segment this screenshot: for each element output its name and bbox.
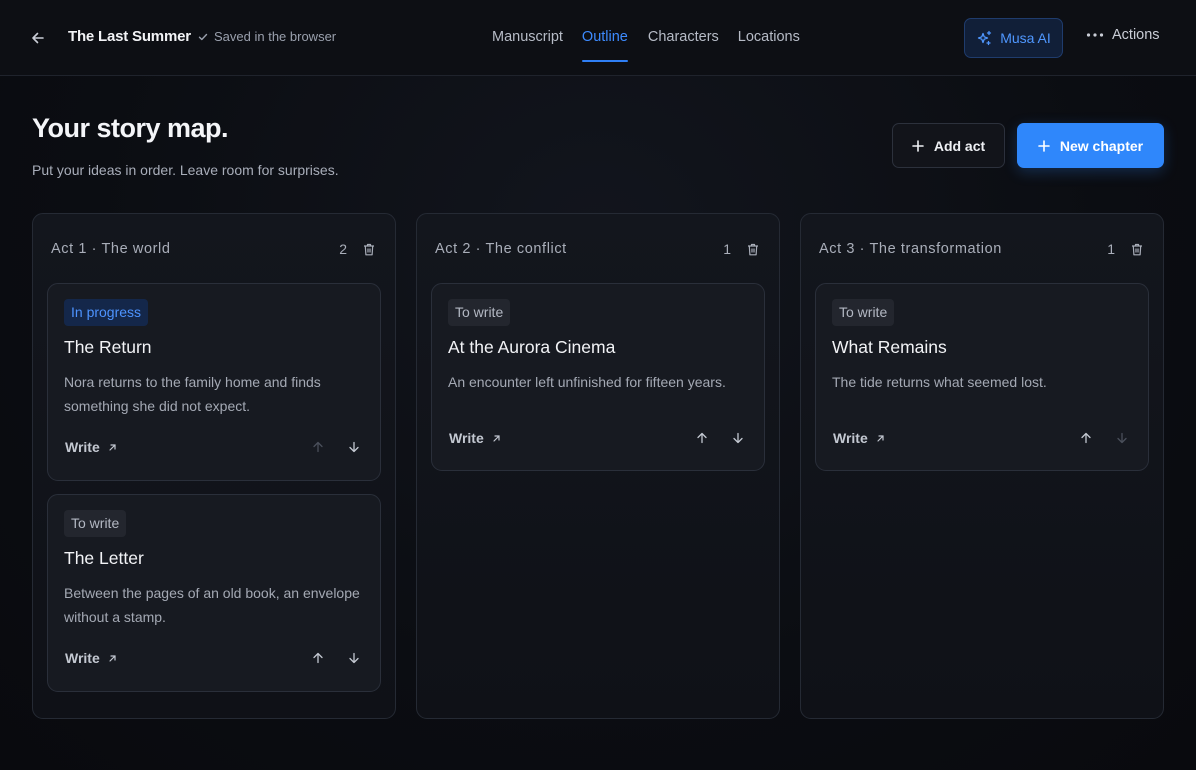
page-title: Your story map. <box>32 113 229 143</box>
tab-manuscript[interactable]: Manuscript <box>492 0 563 76</box>
act-column: Act 3 · The transformation 1 To write Wh… <box>800 213 1164 719</box>
chapter-description: The tide returns what seemed lost. <box>832 374 1047 390</box>
arrow-up-icon <box>1081 432 1091 444</box>
trash-icon <box>1132 243 1142 255</box>
act-column: Act 2 · The conflict 1 To write At the A… <box>416 213 780 719</box>
status-badge: To write <box>64 510 127 537</box>
act-header: Act 3 · The transformation 1 <box>819 240 1145 258</box>
act-header: Act 2 · The conflict 1 <box>435 240 761 258</box>
chapter-actions: Write <box>833 428 1132 448</box>
chapter-title: At the Aurora Cinema <box>448 337 616 357</box>
move-down-button[interactable] <box>344 648 364 668</box>
write-link[interactable]: Write <box>65 650 117 666</box>
chapter-description: Between the pages of an old book, an env… <box>64 585 360 625</box>
book-title: The Last Summer <box>68 28 191 45</box>
move-down-button[interactable] <box>344 437 364 457</box>
act-chapter-count: 1 <box>1107 241 1115 257</box>
musa-ai-label: Musa AI <box>1000 30 1051 46</box>
arrow-down-icon <box>1117 432 1127 444</box>
act-column: Act 1 · The world 2 In progress The Retu… <box>32 213 396 719</box>
arrow-left-icon <box>32 32 44 44</box>
write-label: Write <box>65 439 100 455</box>
add-act-label: Add act <box>933 137 986 154</box>
chapter-description: Nora returns to the family home and find… <box>64 374 321 414</box>
status-badge: In progress <box>64 299 149 326</box>
chapter-actions: Write <box>65 437 364 457</box>
external-arrow-icon <box>109 443 116 451</box>
page-subtitle: Put your ideas in order. Leave room for … <box>32 162 339 178</box>
actions-menu-button[interactable]: Actions <box>1086 27 1160 43</box>
new-chapter-label: New chapter <box>1059 137 1144 154</box>
external-arrow-icon <box>877 434 884 442</box>
chapter-card[interactable]: To write What Remains The tide returns w… <box>815 283 1149 471</box>
write-link[interactable]: Write <box>449 430 501 446</box>
act-title: Act 2 · The conflict <box>435 241 567 257</box>
arrow-down-icon <box>349 441 359 453</box>
plus-icon <box>912 139 924 152</box>
delete-act-button[interactable] <box>1129 241 1145 257</box>
arrow-up-icon <box>697 432 707 444</box>
chapter-title: The Letter <box>64 548 144 568</box>
tab-characters[interactable]: Characters <box>648 0 719 76</box>
main-tabs: Manuscript Outline Characters Locations <box>492 0 800 76</box>
add-act-button[interactable]: Add act <box>892 123 1005 168</box>
check-icon <box>198 33 208 40</box>
musa-ai-button[interactable]: Musa AI <box>964 18 1063 58</box>
trash-icon <box>748 243 758 255</box>
chapter-card[interactable]: To write At the Aurora Cinema An encount… <box>431 283 765 471</box>
act-chapter-count: 1 <box>723 241 731 257</box>
save-status: Saved in the browser <box>198 29 336 44</box>
back-button[interactable] <box>26 26 50 50</box>
arrow-down-icon <box>733 432 743 444</box>
tab-outline[interactable]: Outline <box>581 0 628 76</box>
move-up-button[interactable] <box>308 648 328 668</box>
save-status-label: Saved in the browser <box>214 29 337 44</box>
new-chapter-button[interactable]: New chapter <box>1017 123 1164 168</box>
move-up-button[interactable] <box>692 428 712 448</box>
chapter-card[interactable]: To write The Letter Between the pages of… <box>47 494 381 692</box>
tab-locations[interactable]: Locations <box>738 0 800 76</box>
chapter-actions: Write <box>449 428 748 448</box>
move-down-button[interactable] <box>1112 428 1132 448</box>
write-label: Write <box>449 430 484 446</box>
move-up-button[interactable] <box>308 437 328 457</box>
external-arrow-icon <box>493 434 500 442</box>
chapter-card[interactable]: In progress The Return Nora returns to t… <box>47 283 381 481</box>
chapter-actions: Write <box>65 648 364 668</box>
status-badge: To write <box>448 299 511 326</box>
external-arrow-icon <box>109 654 116 662</box>
act-chapter-count: 2 <box>339 241 347 257</box>
status-badge: To write <box>832 299 895 326</box>
sparkles-icon <box>978 30 992 45</box>
move-down-button[interactable] <box>728 428 748 448</box>
act-title: Act 3 · The transformation <box>819 241 1002 257</box>
arrow-up-icon <box>313 441 323 453</box>
write-label: Write <box>65 650 100 666</box>
actions-label: Actions <box>1112 27 1160 43</box>
move-up-button[interactable] <box>1076 428 1096 448</box>
write-link[interactable]: Write <box>833 430 885 446</box>
arrow-down-icon <box>349 652 359 664</box>
plus-icon <box>1038 139 1050 152</box>
write-link[interactable]: Write <box>65 439 117 455</box>
more-horizontal-icon <box>1086 33 1104 37</box>
trash-icon <box>364 243 374 255</box>
delete-act-button[interactable] <box>745 241 761 257</box>
chapter-title: The Return <box>64 337 152 357</box>
chapter-description: An encounter left unfinished for fifteen… <box>448 374 726 390</box>
write-label: Write <box>833 430 868 446</box>
chapter-title: What Remains <box>832 337 947 357</box>
delete-act-button[interactable] <box>361 241 377 257</box>
act-title: Act 1 · The world <box>51 241 171 257</box>
top-bar: The Last Summer Saved in the browser Man… <box>0 0 1196 76</box>
act-header: Act 1 · The world 2 <box>51 240 377 258</box>
arrow-up-icon <box>313 652 323 664</box>
